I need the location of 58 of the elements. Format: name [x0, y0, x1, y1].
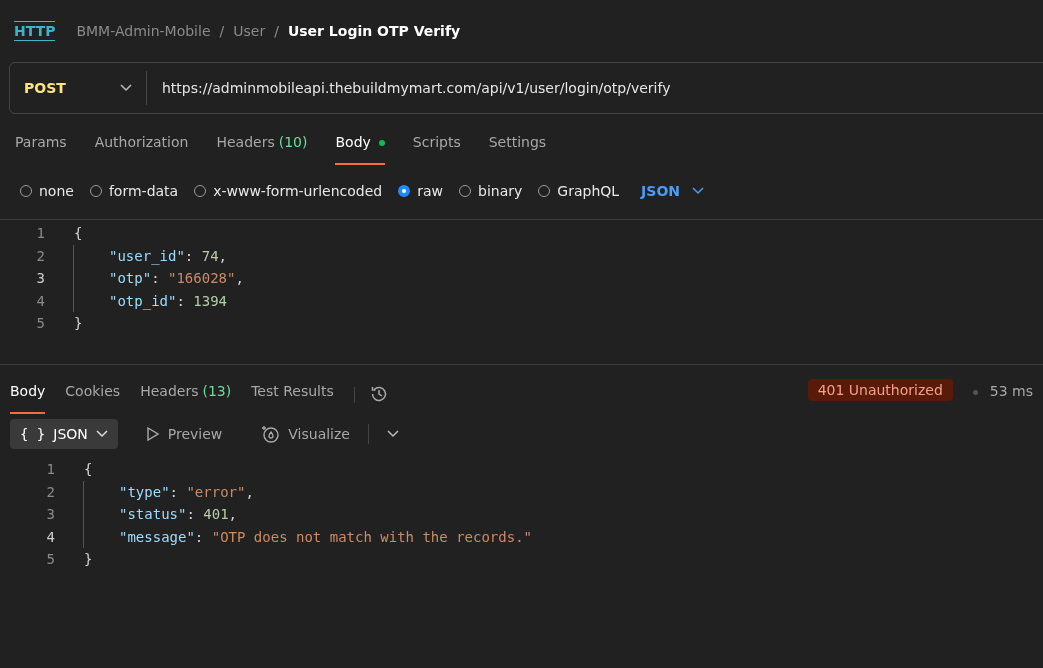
- method-dropdown[interactable]: POST: [10, 71, 147, 105]
- code-line: {: [74, 225, 83, 242]
- line-number: 2: [45, 483, 56, 500]
- code-line: "user_id": 74,: [109, 247, 227, 264]
- radio-icon[interactable]: [398, 185, 411, 197]
- body-type-radio[interactable]: form-data: [89, 183, 179, 199]
- line-number: 1: [35, 225, 46, 242]
- response-tab[interactable]: Headers (13): [140, 383, 232, 414]
- body-type-radio[interactable]: raw: [398, 183, 444, 199]
- line-number: 5: [35, 315, 46, 332]
- code-line: }: [74, 315, 83, 332]
- code-line: }: [84, 551, 93, 568]
- chevron-down-icon: [692, 187, 705, 195]
- request-tab[interactable]: Headers (10): [216, 134, 308, 165]
- breadcrumb-separator: /: [274, 23, 279, 39]
- line-number: 5: [45, 551, 56, 568]
- code-line: "message": "OTP does not match with the records.": [119, 528, 532, 545]
- breadcrumb-item[interactable]: User: [233, 23, 266, 39]
- breadcrumb-item[interactable]: BMM-Admin-Mobile: [76, 23, 211, 39]
- line-number: 3: [45, 506, 56, 523]
- line-number: 3: [35, 270, 46, 287]
- code-line: "type": "error",: [119, 483, 254, 500]
- view-button[interactable]: { } JSON: [10, 419, 118, 449]
- body-type-radio[interactable]: binary: [459, 183, 523, 199]
- response-time: 53 ms: [989, 383, 1033, 399]
- status-badge: 401 Unauthorized: [807, 379, 953, 401]
- code-line: "otp": "166028",: [109, 270, 244, 287]
- code-line: {: [84, 461, 93, 478]
- chevron-down-icon: [95, 430, 108, 438]
- breadcrumb-separator: /: [219, 23, 225, 39]
- body-type-radio[interactable]: none: [20, 183, 74, 199]
- response-tab[interactable]: Cookies: [65, 383, 121, 414]
- line-number: 2: [35, 247, 46, 264]
- code-line: "status": 401,: [119, 506, 238, 523]
- breadcrumb-item: User Login OTP Verify: [287, 23, 461, 39]
- request-tab[interactable]: Params: [15, 134, 67, 165]
- sparkle-drop-icon: [260, 424, 281, 444]
- chevron-down-icon: [386, 430, 399, 438]
- body-type-radio[interactable]: GraphQL: [538, 183, 620, 199]
- body-type-radio[interactable]: x-www-form-urlencoded: [194, 183, 383, 199]
- line-number: 1: [45, 461, 56, 478]
- request-tab[interactable]: Scripts: [412, 134, 461, 165]
- response-tab[interactable]: Test Results: [251, 383, 334, 414]
- line-number: 4: [45, 528, 56, 545]
- url-bar[interactable]: POST https://adminmobileapi.thebuildmymart.com/api/v1/user/login/otp/verify: [9, 62, 1043, 114]
- chevron-down-icon: [120, 84, 132, 92]
- request-tab[interactable]: Body: [335, 134, 385, 165]
- response-tab[interactable]: Body: [10, 383, 46, 414]
- code-line: "otp_id": 1394: [109, 292, 227, 309]
- play-icon: [145, 426, 160, 442]
- request-tab[interactable]: Settings: [488, 134, 547, 165]
- view-button[interactable]: Preview: [135, 419, 233, 449]
- line-number: 4: [35, 292, 46, 309]
- format-dropdown[interactable]: JSON: [641, 183, 705, 199]
- braces-icon: { }: [20, 426, 46, 442]
- request-tab[interactable]: Authorization: [94, 134, 189, 165]
- view-button[interactable]: Visualize: [250, 419, 360, 449]
- url-field[interactable]: https://adminmobileapi.thebuildmymart.com/api/v1/user/login/otp/verify: [147, 80, 1043, 96]
